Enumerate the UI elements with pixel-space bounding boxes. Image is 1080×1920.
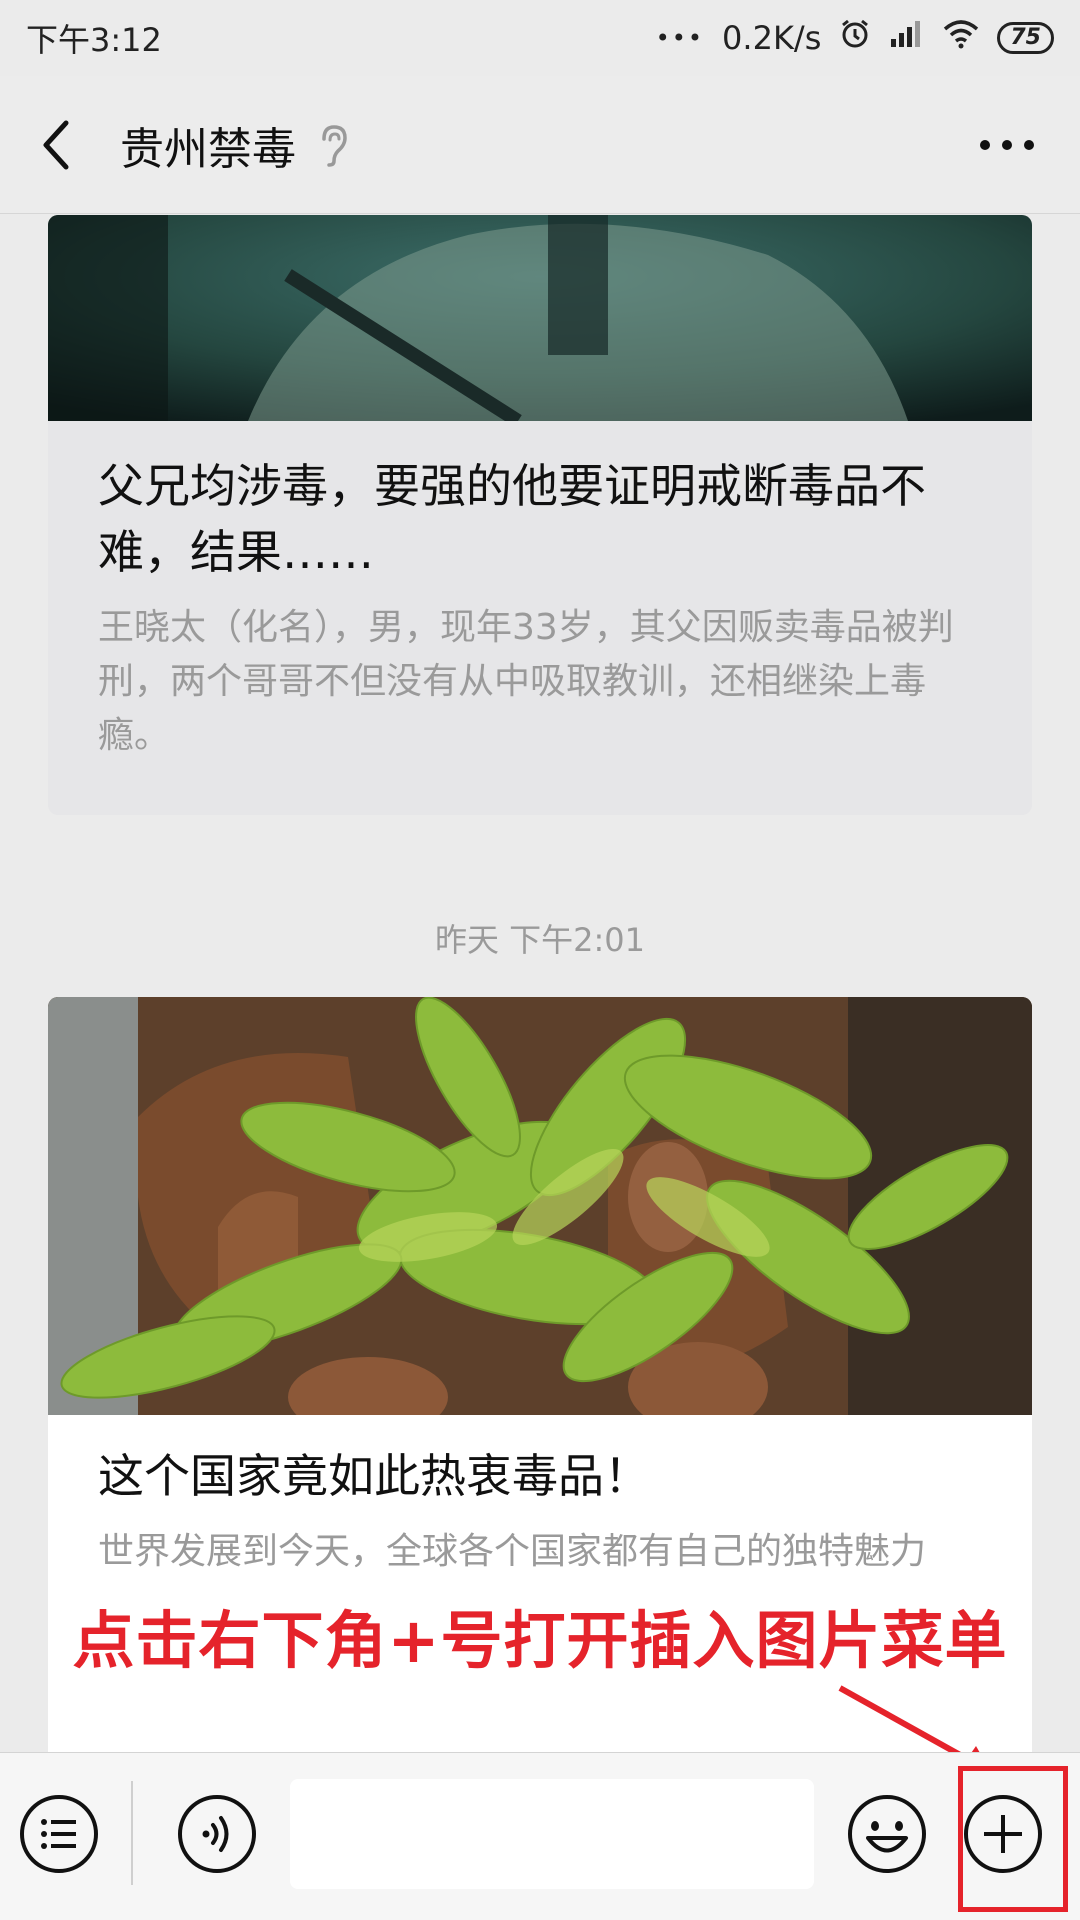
emoji-icon (848, 1795, 926, 1873)
bar-divider (131, 1781, 133, 1885)
message-timestamp: 昨天 下午2:01 (434, 921, 646, 959)
status-bar: 下午3:12 ••• 0.2K/s 75 (0, 0, 1080, 76)
voice-input-button[interactable] (176, 1793, 258, 1875)
article-cover-image (48, 215, 1032, 421)
message-feed[interactable]: 父兄均涉毒，要强的他要证明戒断毒品不难，结果…… 王晓太（化名），男，现年33岁… (0, 215, 1080, 1755)
more-horizontal-icon (980, 140, 1034, 150)
annotation-highlight-box (958, 1766, 1068, 1912)
alarm-icon (839, 18, 871, 58)
status-indicators: ••• 0.2K/s 75 (656, 18, 1054, 58)
menu-toggle-button[interactable] (18, 1793, 100, 1875)
chevron-left-icon (43, 120, 69, 169)
list-menu-icon (20, 1795, 98, 1873)
article-summary: 世界发展到今天，全球各个国家都有自己的独特魅力 (98, 1531, 927, 1572)
voice-icon (178, 1795, 256, 1873)
battery-indicator: 75 (997, 22, 1054, 54)
article-cover-image (48, 997, 1032, 1415)
article-card[interactable]: 父兄均涉毒，要强的他要证明戒断毒品不难，结果…… 王晓太（化名），男，现年33岁… (48, 215, 1032, 815)
message-input[interactable] (290, 1779, 814, 1889)
signal-icon (889, 19, 925, 57)
status-time: 下午3:12 (26, 21, 162, 59)
page-title: 贵州禁毒 (120, 123, 296, 175)
ear-icon (318, 123, 350, 167)
back-button[interactable] (0, 76, 112, 214)
status-dots: ••• (655, 24, 705, 52)
emoji-button[interactable] (846, 1793, 928, 1875)
more-options-button[interactable] (974, 120, 1040, 170)
network-speed: 0.2K/s (722, 19, 822, 57)
nav-bar: 贵州禁毒 (0, 76, 1080, 214)
article-title: 父兄均涉毒，要强的他要证明戒断毒品不难，结果…… (98, 459, 926, 579)
wifi-icon (943, 19, 979, 57)
article-title: 这个国家竟如此热衷毒品！ (98, 1449, 650, 1503)
tutorial-annotation: 点击右下角+号打开插入图片菜单 (72, 1604, 1008, 1677)
chat-input-bar (0, 1752, 1080, 1920)
article-summary: 王晓太（化名），男，现年33岁，其父因贩卖毒品被判刑，两个哥哥不但没有从中吸取教… (98, 607, 954, 756)
